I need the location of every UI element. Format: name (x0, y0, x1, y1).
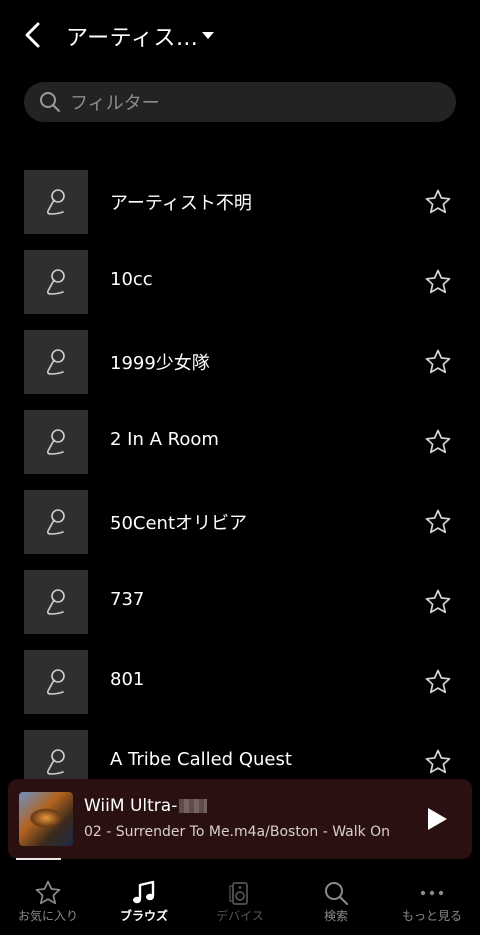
artist-name: 737 (110, 589, 145, 610)
album-cover (19, 792, 73, 846)
microphone-icon (47, 429, 65, 455)
tab-more[interactable]: もっと見る (384, 871, 480, 935)
list-item[interactable]: 10cc (0, 250, 480, 314)
tab-label: 検索 (323, 909, 348, 923)
tab-browse[interactable]: ブラウズ (96, 871, 192, 935)
artist-name: 10cc (110, 269, 153, 290)
header: アーティス… (0, 0, 480, 72)
more-icon (420, 890, 444, 896)
tab-label: お気に入り (17, 909, 78, 923)
artist-name: 1999少女隊 (110, 353, 210, 374)
artist-name: 50Centオリビア (110, 513, 248, 534)
favorite-star-icon[interactable] (424, 748, 452, 776)
artist-thumbnail (24, 570, 88, 634)
now-playing-track: 02 - Surrender To Me.m4a/Boston - Walk O… (84, 824, 391, 840)
tab-label: もっと見る (401, 909, 462, 923)
favorite-star-icon[interactable] (424, 428, 452, 456)
tab-favorites[interactable]: お気に入り (0, 871, 96, 935)
microphone-icon (47, 509, 65, 535)
artist-thumbnail (24, 650, 88, 714)
playback-progress-bar (16, 858, 61, 860)
tab-label: ブラウズ (119, 909, 168, 923)
star-icon (35, 880, 61, 905)
speaker-icon (229, 882, 248, 905)
device-name: WiiM Ultra- (84, 796, 208, 816)
artist-thumbnail (24, 410, 88, 474)
artist-thumbnail (24, 490, 88, 554)
favorite-star-icon[interactable] (424, 348, 452, 376)
device-name-redacted (179, 799, 208, 813)
artist-name: アーティスト不明 (110, 193, 252, 214)
favorite-star-icon[interactable] (424, 588, 452, 616)
microphone-icon (47, 749, 65, 775)
filter-input[interactable]: フィルター (24, 82, 456, 122)
music-note-icon (133, 880, 155, 904)
back-button[interactable] (16, 18, 50, 52)
microphone-icon (47, 589, 65, 615)
play-icon[interactable] (422, 805, 450, 833)
chevron-left-icon (25, 22, 40, 48)
search-icon (325, 882, 348, 905)
list-item[interactable]: アーティスト不明 (0, 170, 480, 234)
tab-search[interactable]: 検索 (288, 871, 384, 935)
microphone-icon (47, 669, 65, 695)
tab-label: デバイス (216, 909, 264, 923)
microphone-icon (47, 269, 65, 295)
list-item[interactable]: 801 (0, 650, 480, 714)
caret-down-icon[interactable] (200, 28, 216, 44)
favorite-star-icon[interactable] (424, 668, 452, 696)
tab-devices[interactable]: デバイス (192, 871, 288, 935)
artist-name: A Tribe Called Quest (110, 749, 292, 770)
bottom-tab-bar: お気に入り ブラウズ デバイス 検索 もっと見る (0, 871, 480, 935)
artist-name: 2 In A Room (110, 429, 219, 450)
search-icon (40, 92, 60, 112)
mini-player[interactable]: WiiM Ultra- 02 - Surrender To Me.m4a/Bos… (8, 779, 472, 859)
favorite-star-icon[interactable] (424, 268, 452, 296)
favorite-star-icon[interactable] (424, 188, 452, 216)
artist-name: 801 (110, 669, 145, 690)
favorite-star-icon[interactable] (424, 508, 452, 536)
microphone-icon (47, 349, 65, 375)
list-item[interactable]: 2 In A Room (0, 410, 480, 474)
artist-thumbnail (24, 330, 88, 394)
filter-placeholder: フィルター (70, 93, 160, 114)
device-name-text: WiiM Ultra- (84, 796, 178, 816)
artist-thumbnail (24, 250, 88, 314)
list-item[interactable]: 737 (0, 570, 480, 634)
page-title[interactable]: アーティス… (66, 20, 198, 52)
artist-thumbnail (24, 170, 88, 234)
list-item[interactable]: 50Centオリビア (0, 490, 480, 554)
microphone-icon (47, 189, 65, 215)
list-item[interactable]: 1999少女隊 (0, 330, 480, 394)
